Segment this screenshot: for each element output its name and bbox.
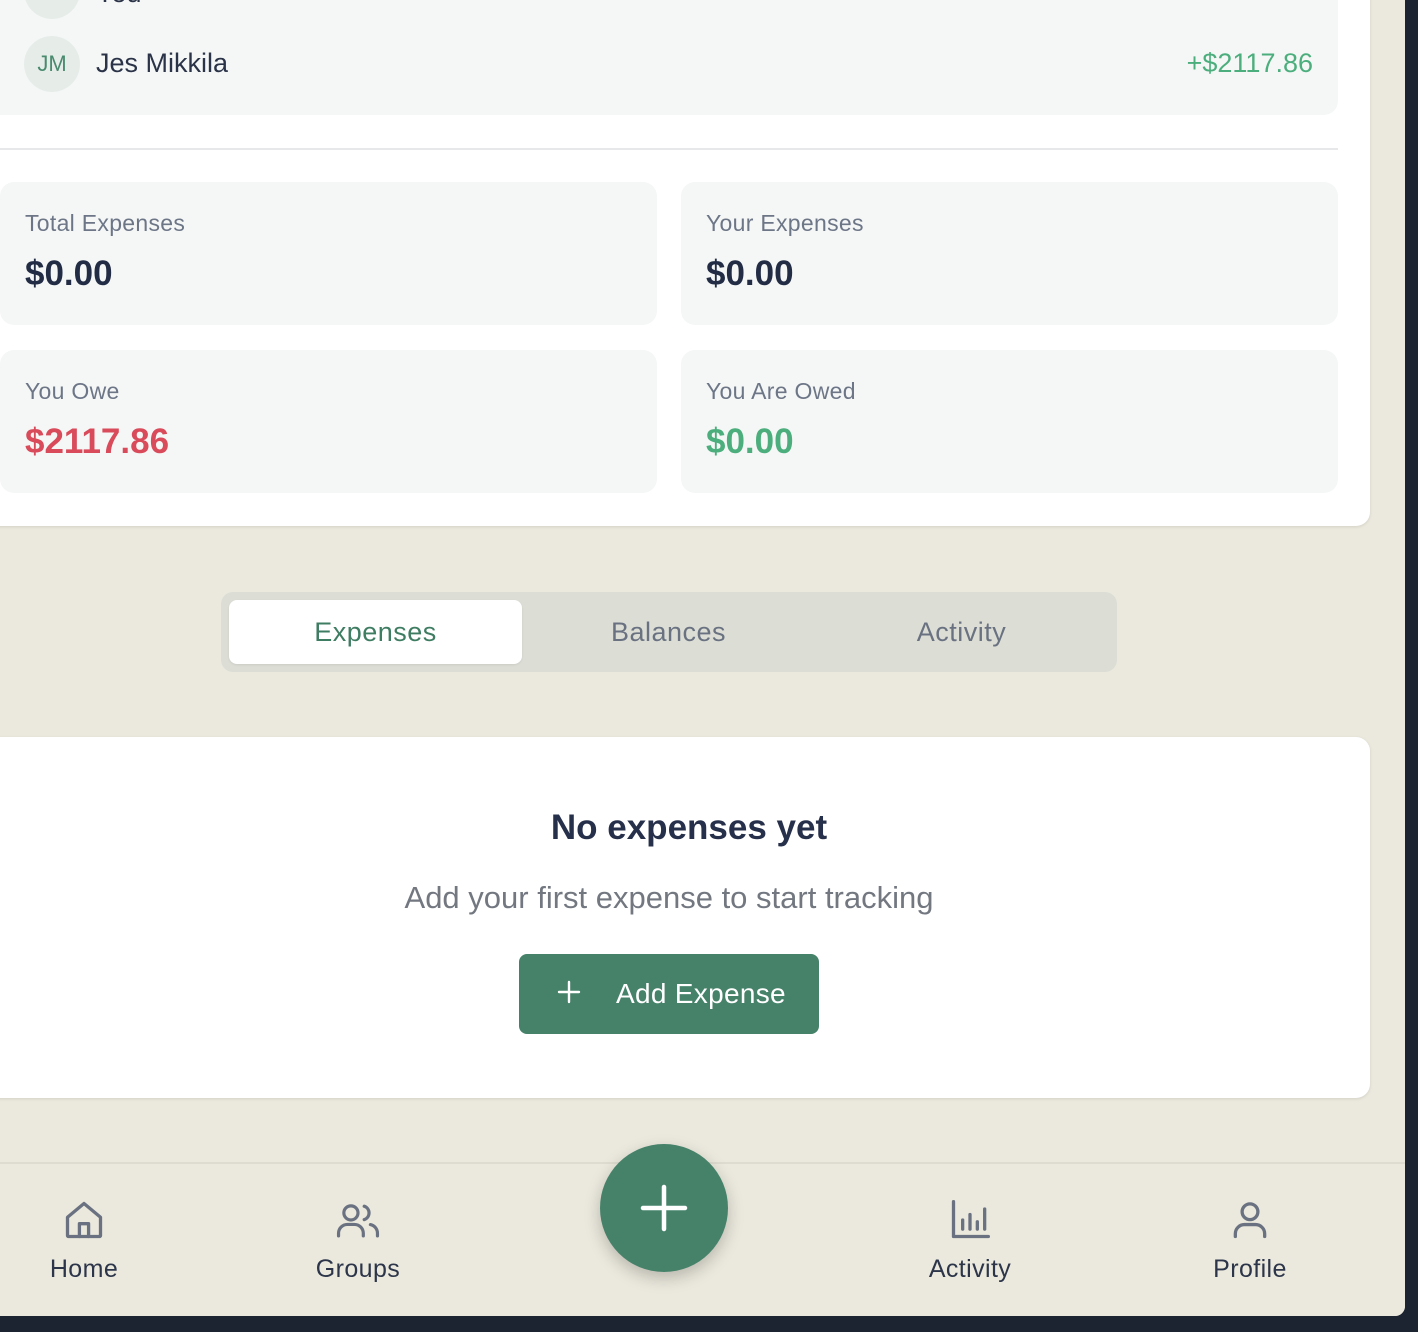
home-icon: [65, 1201, 103, 1239]
stat-total-expenses: Total Expenses $0.00: [0, 182, 657, 325]
nav-groups[interactable]: Groups: [273, 1164, 443, 1316]
avatar: JM: [24, 36, 80, 92]
tab-balances[interactable]: Balances: [522, 600, 815, 664]
stat-your-expenses: Your Expenses $0.00: [681, 182, 1338, 325]
users-icon: [336, 1204, 380, 1238]
plus-icon: [557, 980, 581, 1004]
nav-home-label: Home: [49, 1255, 119, 1283]
stat-value: $2117.86: [25, 422, 170, 461]
add-expense-label: Add Expense: [616, 978, 786, 1009]
plus-icon: [640, 1184, 688, 1232]
expenses-empty-card: [0, 737, 1370, 1098]
add-expense-button[interactable]: Add Expense: [519, 954, 819, 1034]
tab-bar: Expenses Balances Activity: [221, 592, 1117, 672]
tab-expenses[interactable]: Expenses: [229, 600, 522, 664]
bar-chart-icon: [951, 1200, 990, 1239]
stat-value: $0.00: [25, 254, 113, 293]
member-name-you: You: [96, 0, 142, 9]
member-balance: +$2117.86: [1186, 48, 1313, 78]
nav-activity[interactable]: Activity: [885, 1164, 1055, 1316]
add-fab-button[interactable]: [600, 1144, 728, 1272]
nav-groups-label: Groups: [315, 1255, 401, 1283]
stat-label: You Owe: [25, 378, 120, 404]
nav-home[interactable]: Home: [0, 1164, 169, 1316]
member-name: Jes Mikkila: [96, 48, 229, 78]
tab-activity[interactable]: Activity: [815, 600, 1108, 664]
stat-label: You Are Owed: [706, 378, 856, 404]
stat-value: $0.00: [706, 422, 794, 461]
app-window: You JM Jes Mikkila +$2117.86 Total Expen…: [0, 0, 1405, 1316]
stat-label: Your Expenses: [706, 210, 864, 236]
nav-profile[interactable]: Profile: [1165, 1164, 1335, 1316]
stat-value: $0.00: [706, 254, 794, 293]
nav-profile-label: Profile: [1213, 1255, 1287, 1283]
stat-you-are-owed: You Are Owed $0.00: [681, 350, 1338, 493]
empty-state-subtitle: Add your first expense to start tracking: [404, 880, 934, 915]
empty-state-title: No expenses yet: [550, 808, 828, 847]
user-icon: [1233, 1202, 1267, 1239]
stat-you-owe: You Owe $2117.86: [0, 350, 657, 493]
stat-label: Total Expenses: [25, 210, 186, 236]
divider: [0, 148, 1338, 150]
nav-activity-label: Activity: [928, 1255, 1012, 1283]
